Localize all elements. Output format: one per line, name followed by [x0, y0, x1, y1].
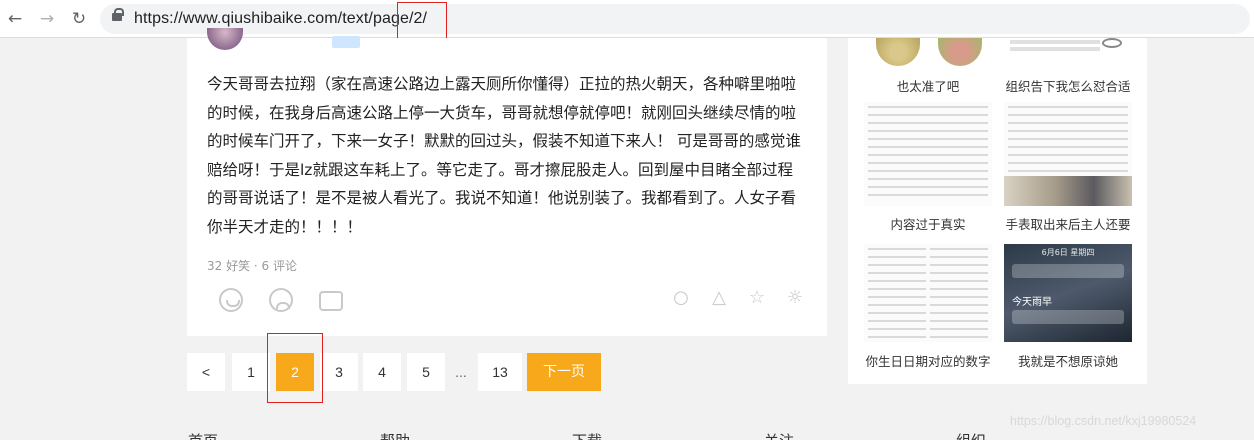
qq-icon[interactable]: △ [709, 288, 729, 308]
sad-face-icon[interactable] [269, 288, 293, 312]
notification-bar [1012, 310, 1124, 324]
thumbnail-image[interactable] [864, 102, 992, 206]
sidebar-item-caption[interactable]: 组织告下我怎么怼合适 [998, 76, 1138, 95]
url-text[interactable]: https://www.qiushibaike.com/text/page/2/ [134, 10, 427, 28]
text-lines-image [1008, 106, 1128, 172]
text-lines-image [930, 248, 988, 338]
url-page-highlight-box [397, 2, 447, 43]
phone-tag-text: 今天雨早 [1012, 297, 1052, 308]
browser-toolbar: ← → ↻ https://www.qiushibaike.com/text/p… [0, 0, 1254, 43]
weibo-icon[interactable]: ☼ [785, 288, 805, 308]
text-lines-image [868, 106, 988, 202]
star-icon[interactable]: ☆ [747, 288, 767, 308]
address-bar[interactable]: https://www.qiushibaike.com/text/page/2/ [100, 2, 1250, 43]
smile-icon[interactable] [219, 288, 243, 312]
sidebar-item-caption[interactable]: 也太准了吧 [858, 76, 998, 95]
thumbnail-image[interactable] [864, 244, 992, 342]
thumbnail-image[interactable] [1004, 38, 1132, 68]
sidebar-item-caption[interactable]: 我就是不想原谅她 [998, 351, 1138, 370]
food-plate-image [876, 38, 920, 66]
avatar[interactable] [207, 28, 243, 50]
watermark-text: https://blog.csdn.net/kxj19980524 [1010, 414, 1197, 428]
sidebar-item-caption[interactable]: 手表取出来后主人还要 [998, 214, 1138, 233]
page-4-button[interactable]: 4 [363, 353, 401, 391]
page-13-button[interactable]: 13 [478, 353, 522, 391]
phone-clock-text: 6月6日 星期四 [1041, 248, 1095, 257]
page-1-button[interactable]: 1 [232, 353, 270, 391]
next-page-button[interactable]: 下一页 [527, 353, 601, 391]
footer-link-help[interactable]: 帮助 [380, 430, 410, 440]
footer-link-organization[interactable]: 组织 [956, 430, 986, 440]
comment-icon[interactable] [319, 291, 343, 311]
pagination-ellipsis: ... [455, 364, 467, 380]
thumbnail-image[interactable] [864, 38, 992, 68]
arrow-right-icon[interactable]: → [36, 8, 58, 30]
footer-link-follow[interactable]: 关注 [764, 430, 794, 440]
footer-link-download[interactable]: 下载 [572, 430, 602, 440]
notification-bar [1012, 264, 1124, 278]
sidebar-item-caption[interactable]: 你生日日期对应的数字 [858, 351, 998, 370]
article-content[interactable]: 今天哥哥去拉翔（家在高速公路边上露天厕所你懂得）正拉的热火朝天，各种噼里啪啦的时… [207, 70, 807, 241]
sidebar-recommendations: 也太准了吧 组织告下我怎么怼合适 内容过于真实 手表取出来后主人还要 你生日日期… [848, 38, 1147, 384]
wechat-icon[interactable]: ○ [671, 288, 691, 308]
article-stats: 32 好笑 · 6 评论 [207, 259, 297, 273]
reload-icon[interactable]: ↻ [68, 8, 90, 30]
article-card: 今天哥哥去拉翔（家在高速公路边上露天厕所你懂得）正拉的热火朝天，各种噼里啪啦的时… [187, 28, 827, 336]
user-badge [332, 36, 360, 48]
page-5-button[interactable]: 5 [407, 353, 445, 391]
lock-icon [112, 8, 124, 21]
footer-link-home[interactable]: 首页 [188, 430, 218, 440]
current-page-highlight-box [267, 333, 323, 403]
arrow-left-icon[interactable]: ← [4, 8, 26, 30]
thumbnail-image[interactable] [1004, 102, 1132, 206]
food-plate-image [938, 38, 982, 66]
text-lines-image [1010, 40, 1100, 44]
drawing-image [1102, 38, 1122, 48]
page-3-button[interactable]: 3 [320, 353, 358, 391]
prev-page-button[interactable]: < [187, 353, 225, 391]
thumbnail-image[interactable]: 6月6日 星期四 今天雨早 [1004, 244, 1132, 342]
photo-image [1004, 176, 1132, 206]
sidebar-item-caption[interactable]: 内容过于真实 [858, 214, 998, 233]
text-lines-image [868, 248, 926, 338]
